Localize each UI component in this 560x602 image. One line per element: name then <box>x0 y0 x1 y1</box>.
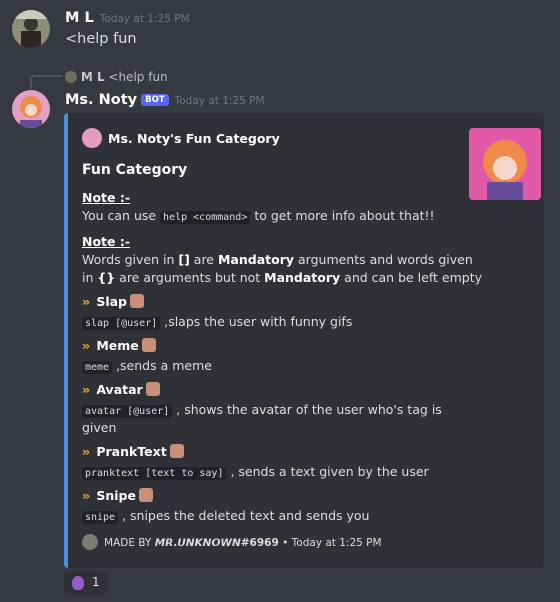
bold-text: Mandatory <box>264 270 341 285</box>
footer-author: 𝙈𝙍.𝙐𝙉𝙆𝙉𝙊𝙒𝙉#6969 <box>154 537 279 549</box>
reply-connector <box>30 75 62 89</box>
timestamp: Today at 1:25 PM <box>174 95 265 107</box>
note-label: Note :- <box>82 190 131 205</box>
reply-preview[interactable]: M L <help fun <box>65 70 168 84</box>
footer-icon <box>82 534 98 550</box>
face-emoji-icon <box>169 444 184 458</box>
note-text: in {} are arguments but not Mandatory an… <box>82 270 482 285</box>
chevron-icon: ›› <box>82 382 90 397</box>
message-text: <help fun <box>65 31 137 47</box>
chevron-icon: ›› <box>82 488 90 503</box>
inline-code: meme <box>82 361 113 374</box>
command-desc: avatar [@user] , shows the avatar of the… <box>82 402 442 418</box>
command-desc-text: , snipes the deleted text and sends you <box>118 508 370 523</box>
command-name: Meme <box>96 338 139 353</box>
bold-text: Mandatory <box>217 252 295 267</box>
avatar-image <box>12 10 50 48</box>
note-text-b: to get more info about that!! <box>250 208 435 223</box>
command-desc-text: , sends a text given by the user <box>226 464 429 479</box>
message-author[interactable]: M L Today at 1:25 PM <box>65 10 190 26</box>
note-text-c: arguments and words given <box>294 252 473 267</box>
chevron-icon: ›› <box>82 338 90 353</box>
embed-title: Fun Category <box>82 162 188 178</box>
avatar[interactable] <box>12 10 50 48</box>
bot-avatar-image <box>12 90 50 128</box>
command-desc: meme ,sends a meme <box>82 358 212 374</box>
command-name: Avatar <box>96 382 143 397</box>
chevron-icon: ›› <box>82 444 90 459</box>
bot-badge: BOT <box>141 94 169 106</box>
command-desc: pranktext [text to say] , sends a text g… <box>82 464 429 480</box>
reply-text: <help fun <box>108 70 168 84</box>
inline-code: pranktext [text to say] <box>82 467 227 480</box>
command-desc: slap [@user] ,slaps the user with funny … <box>82 314 353 330</box>
reaction-button[interactable]: 1 <box>64 571 108 595</box>
reaction-count: 1 <box>92 575 100 589</box>
inline-code: snipe <box>82 511 119 524</box>
bot-avatar[interactable] <box>12 90 50 128</box>
footer-separator: • <box>278 537 292 549</box>
bot-username[interactable]: Ms. Noty <box>65 92 137 108</box>
embed-thumbnail[interactable] <box>469 128 541 200</box>
note-text-b: are <box>189 252 218 267</box>
command-desc: given <box>82 420 117 435</box>
face-emoji-icon <box>129 294 144 308</box>
footer-timestamp: Today at 1:25 PM <box>291 537 382 549</box>
note-label: Note :- <box>82 234 131 249</box>
command-heading: ›› PrankText <box>82 444 184 459</box>
face-emoji-icon <box>141 338 156 352</box>
face-emoji-icon <box>138 488 153 502</box>
thumbnail-image <box>469 128 541 200</box>
command-name: Slap <box>96 294 127 309</box>
command-name: Snipe <box>96 488 136 503</box>
command-desc-text: ,slaps the user with funny gifs <box>160 314 353 329</box>
command-heading: ›› Meme <box>82 338 156 353</box>
command-heading: ›› Avatar <box>82 382 160 397</box>
inline-code: help <command> <box>160 211 251 224</box>
command-desc: snipe , snipes the deleted text and send… <box>82 508 370 524</box>
face-emoji-icon <box>145 382 160 396</box>
inline-code: slap [@user] <box>82 317 161 330</box>
embed-author[interactable]: Ms. Noty's Fun Category <box>82 128 280 148</box>
brace-symbol: {} <box>97 270 116 285</box>
inline-code: avatar [@user] <box>82 405 173 418</box>
command-heading: ›› Snipe <box>82 488 153 503</box>
embed-author-name: Ms. Noty's Fun Category <box>108 131 280 146</box>
note-text: Words given in [] are Mandatory argument… <box>82 252 473 267</box>
note-text-a: You can use <box>82 208 161 223</box>
bracket-symbol: [] <box>178 252 190 267</box>
reply-avatar <box>65 71 77 83</box>
username[interactable]: M L <box>65 10 94 26</box>
embed-author-icon <box>82 128 102 148</box>
note-text-c: and can be left empty <box>340 270 482 285</box>
note-text-a: in <box>82 270 98 285</box>
command-desc-text: , shows the avatar of the user who's tag… <box>172 402 442 417</box>
command-desc-text: ,sends a meme <box>112 358 212 373</box>
timestamp: Today at 1:25 PM <box>99 13 190 25</box>
embed-footer: MADE BY 𝙈𝙍.𝙐𝙉𝙆𝙉𝙊𝙒𝙉#6969 • Today at 1:25 … <box>82 534 382 550</box>
reply-username[interactable]: M L <box>81 70 105 84</box>
reaction-emoji-icon <box>72 576 84 590</box>
embed: Ms. Noty's Fun Category Fun Category Not… <box>64 113 544 568</box>
note-text: You can use help <command> to get more i… <box>82 208 435 224</box>
note-text-a: Words given in <box>82 252 179 267</box>
command-name: PrankText <box>96 444 167 459</box>
message-author[interactable]: Ms. Noty BOT Today at 1:25 PM <box>65 92 265 108</box>
command-heading: ›› Slap <box>82 294 144 309</box>
footer-text: MADE BY <box>104 537 155 549</box>
note-text-b: are arguments but not <box>115 270 265 285</box>
chevron-icon: ›› <box>82 294 90 309</box>
